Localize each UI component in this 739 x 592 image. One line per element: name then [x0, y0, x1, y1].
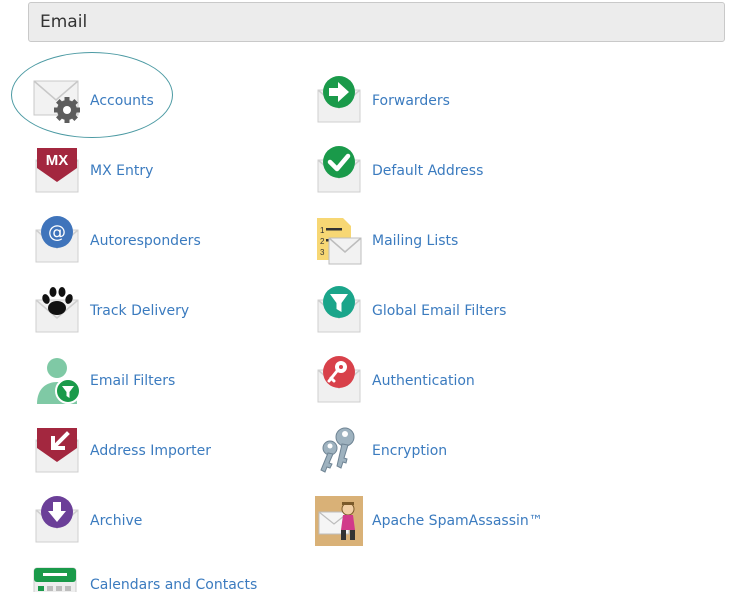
item-label: Calendars and Contacts [90, 577, 258, 592]
item-mx-entry[interactable]: MX MX Entry [33, 146, 153, 196]
svg-text:2: 2 [320, 237, 325, 246]
item-forwarders[interactable]: Forwarders [315, 76, 450, 126]
item-track-delivery[interactable]: Track Delivery [33, 286, 189, 336]
item-global-email-filters[interactable]: Global Email Filters [315, 286, 506, 336]
svg-text:MX: MX [46, 152, 69, 169]
mailing-lists-icon: 1 2 3 [315, 216, 363, 266]
item-label: Email Filters [90, 373, 176, 389]
forwarders-icon [315, 76, 363, 126]
mx-entry-icon: MX [33, 146, 81, 196]
item-label: Authentication [372, 373, 475, 389]
spamassassin-icon [315, 496, 363, 546]
section-header[interactable]: Email [28, 2, 725, 42]
item-label: Autoresponders [90, 233, 201, 249]
item-email-filters[interactable]: Email Filters [33, 356, 175, 406]
calendars-contacts-icon [33, 560, 81, 592]
item-label: Encryption [372, 443, 448, 459]
item-address-importer[interactable]: Address Importer [33, 426, 211, 476]
track-delivery-icon [33, 286, 81, 336]
address-importer-icon [33, 426, 81, 476]
item-label: Apache SpamAssassin™ [372, 513, 543, 529]
item-authentication[interactable]: Authentication [315, 356, 475, 406]
archive-icon [33, 496, 81, 546]
item-label: Address Importer [90, 443, 212, 459]
item-label: Track Delivery [90, 303, 190, 319]
svg-text:3: 3 [320, 248, 325, 257]
item-label: Global Email Filters [372, 303, 507, 319]
svg-text:@: @ [48, 222, 66, 243]
item-default-address[interactable]: Default Address [315, 146, 483, 196]
encryption-icon [315, 426, 363, 476]
item-label: Forwarders [372, 93, 450, 109]
item-label: Archive [90, 513, 143, 529]
item-autoresponders[interactable]: @ Autoresponders [33, 216, 201, 266]
item-spamassassin[interactable]: Apache SpamAssassin™ [315, 496, 543, 546]
item-label: Accounts [90, 93, 154, 109]
default-address-icon [315, 146, 363, 196]
item-calendars-contacts[interactable]: Calendars and Contacts [33, 560, 257, 592]
svg-text:1: 1 [320, 226, 325, 235]
global-email-filters-icon [315, 286, 363, 336]
item-accounts[interactable]: Accounts [33, 76, 154, 126]
authentication-icon [315, 356, 363, 406]
email-section: Email Accounts MX MX Entry @ Autorespond… [0, 0, 739, 592]
item-mailing-lists[interactable]: 1 2 3 Mailing Lists [315, 216, 458, 266]
item-archive[interactable]: Archive [33, 496, 142, 546]
item-label: Default Address [372, 163, 484, 179]
item-encryption[interactable]: Encryption [315, 426, 447, 476]
item-label: MX Entry [90, 163, 154, 179]
section-title: Email [40, 12, 88, 32]
email-filters-icon [33, 356, 81, 406]
autoresponders-icon: @ [33, 216, 81, 266]
email-accounts-icon [33, 76, 81, 126]
item-label: Mailing Lists [372, 233, 459, 249]
